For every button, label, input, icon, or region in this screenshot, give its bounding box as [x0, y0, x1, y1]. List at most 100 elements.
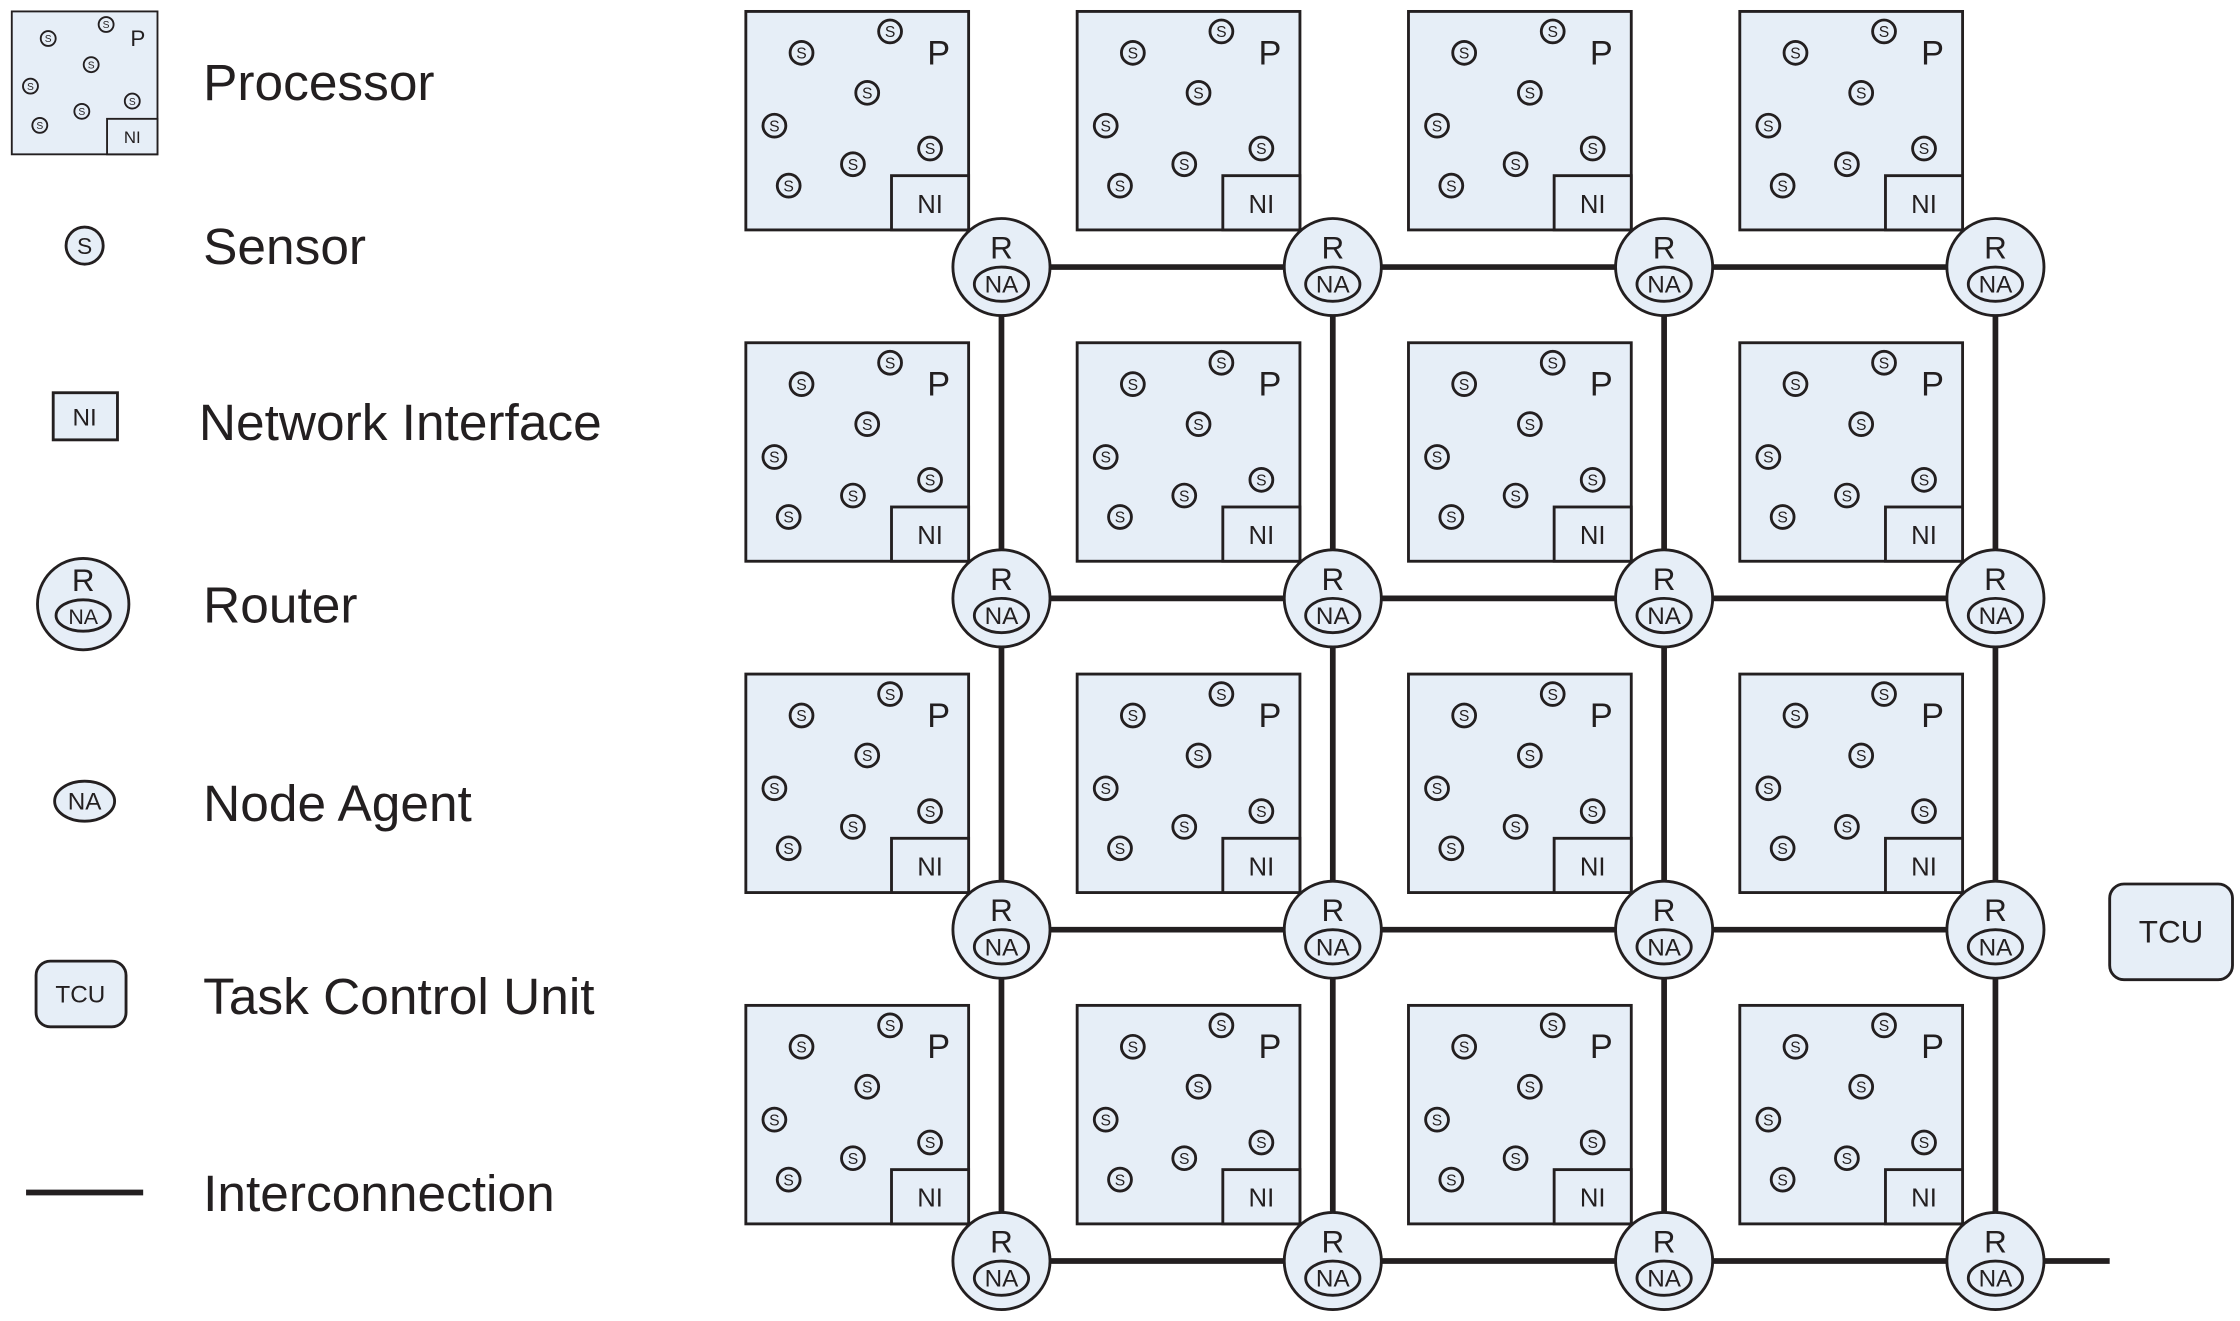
- svg-text:S: S: [848, 820, 858, 837]
- svg-text:S: S: [1879, 687, 1889, 704]
- network-interface: NI: [1884, 1168, 1965, 1226]
- svg-text:S: S: [1842, 820, 1852, 837]
- processor-label: P: [1921, 697, 1944, 735]
- svg-text:S: S: [796, 377, 806, 394]
- sensor-icon: S: [1185, 411, 1212, 438]
- sensor-icon: S: [1539, 1012, 1566, 1039]
- svg-text:S: S: [925, 1135, 935, 1152]
- sensor-icon: S: [854, 79, 881, 106]
- sensor-icon: S: [1248, 135, 1275, 162]
- svg-text:S: S: [1856, 86, 1866, 103]
- sensor-icon: S: [1871, 1012, 1897, 1039]
- svg-text:S: S: [1179, 157, 1189, 174]
- processor-label: P: [1259, 1028, 1282, 1066]
- sensor-icon: S: [1185, 742, 1212, 769]
- svg-text:S: S: [1128, 377, 1138, 394]
- svg-text:S: S: [925, 804, 935, 821]
- svg-text:S: S: [1446, 510, 1456, 527]
- svg-text:S: S: [1842, 1151, 1852, 1168]
- svg-text:R: R: [990, 230, 1013, 265]
- svg-text:S: S: [1525, 417, 1535, 434]
- sensor-icon: S: [1502, 1145, 1529, 1172]
- svg-text:S: S: [1256, 804, 1266, 821]
- sensor-icon: S: [761, 444, 788, 470]
- sensor-icon: S: [1107, 172, 1133, 199]
- svg-text:S: S: [1587, 473, 1597, 490]
- sensor-icon: S: [1171, 814, 1198, 840]
- legend-processor-label: Processor: [203, 53, 434, 111]
- svg-text:S: S: [1856, 417, 1866, 434]
- svg-text:S: S: [1879, 24, 1889, 41]
- sensor-icon: S: [1502, 482, 1529, 509]
- sensor-icon: S: [775, 172, 802, 199]
- svg-text:S: S: [88, 60, 95, 71]
- svg-text:S: S: [1216, 687, 1226, 704]
- svg-text:S: S: [1547, 687, 1557, 704]
- svg-text:S: S: [1100, 118, 1110, 135]
- sensor-icon: S: [1782, 39, 1809, 66]
- svg-text:S: S: [1763, 781, 1773, 798]
- processor: S S S S S S S P NI: [1075, 1003, 1302, 1226]
- svg-text:S: S: [1115, 178, 1125, 195]
- svg-text:NI: NI: [1249, 1185, 1275, 1213]
- svg-text:S: S: [1510, 1151, 1520, 1168]
- svg-text:S: S: [769, 118, 779, 135]
- sensor-icon: S: [1782, 371, 1809, 398]
- svg-text:S: S: [848, 1151, 858, 1168]
- svg-text:S: S: [1919, 473, 1929, 490]
- sensor-icon: S: [788, 371, 815, 398]
- svg-text:S: S: [1115, 841, 1125, 858]
- sensor-icon: S: [1451, 1033, 1478, 1060]
- sensor-icon: S: [1451, 371, 1478, 398]
- svg-text:S: S: [1547, 355, 1557, 372]
- svg-text:S: S: [796, 708, 806, 725]
- svg-text:S: S: [783, 178, 793, 195]
- svg-text:NA: NA: [985, 272, 1020, 299]
- sensor-icon: S: [1871, 349, 1897, 376]
- processor: S S S S S S S P NI: [744, 672, 971, 894]
- svg-text:S: S: [77, 233, 92, 259]
- svg-text:S: S: [796, 46, 806, 63]
- sensor-icon: S: [788, 702, 815, 729]
- svg-text:S: S: [1510, 488, 1520, 505]
- svg-text:S: S: [1919, 1135, 1929, 1152]
- svg-text:NA: NA: [1316, 934, 1351, 961]
- svg-text:S: S: [769, 450, 779, 467]
- svg-text:S: S: [1525, 748, 1535, 765]
- legend-router-icon: R NA: [36, 556, 131, 652]
- sensor-icon: S: [917, 135, 943, 162]
- sensor-icon: S: [1424, 1106, 1450, 1133]
- svg-text:NI: NI: [1580, 1185, 1606, 1213]
- legend: S S S S S S S P NI Processor S Sensor NI Network…: [10, 10, 602, 1222]
- svg-text:R: R: [1653, 562, 1676, 597]
- svg-text:S: S: [1446, 178, 1456, 195]
- sensor-icon: S: [1107, 504, 1133, 530]
- tcu-label: TCU: [2139, 915, 2204, 950]
- sensor-icon: S: [1539, 681, 1566, 707]
- svg-text:S: S: [103, 20, 110, 31]
- sensor-icon: S: [1424, 444, 1450, 470]
- svg-text:S: S: [1525, 1080, 1535, 1097]
- svg-text:NA: NA: [985, 603, 1020, 630]
- svg-text:S: S: [769, 1112, 779, 1129]
- svg-text:S: S: [1777, 1172, 1787, 1189]
- router: R NA: [1282, 548, 1383, 649]
- svg-text:S: S: [885, 355, 895, 372]
- svg-text:NA: NA: [1647, 603, 1682, 630]
- sensor-icon: S: [1834, 151, 1860, 178]
- svg-text:S: S: [1790, 1040, 1800, 1057]
- processor-label: P: [1259, 366, 1282, 404]
- legend-router-label: Router: [203, 576, 357, 634]
- sensor-icon: S: [775, 504, 802, 530]
- processor-label: P: [1590, 697, 1613, 735]
- sensor-icon: S: [1517, 742, 1543, 769]
- legend-network-interface-icon: NI: [51, 391, 119, 442]
- processor: S S S S S S S P NI: [1738, 9, 1965, 232]
- svg-text:S: S: [925, 473, 935, 490]
- svg-text:S: S: [1256, 141, 1266, 158]
- svg-text:NA: NA: [1979, 934, 2014, 961]
- svg-text:S: S: [1179, 1151, 1189, 1168]
- svg-text:NI: NI: [1911, 1185, 1937, 1213]
- svg-text:S: S: [1128, 708, 1138, 725]
- network-interface: NI: [1884, 174, 1965, 232]
